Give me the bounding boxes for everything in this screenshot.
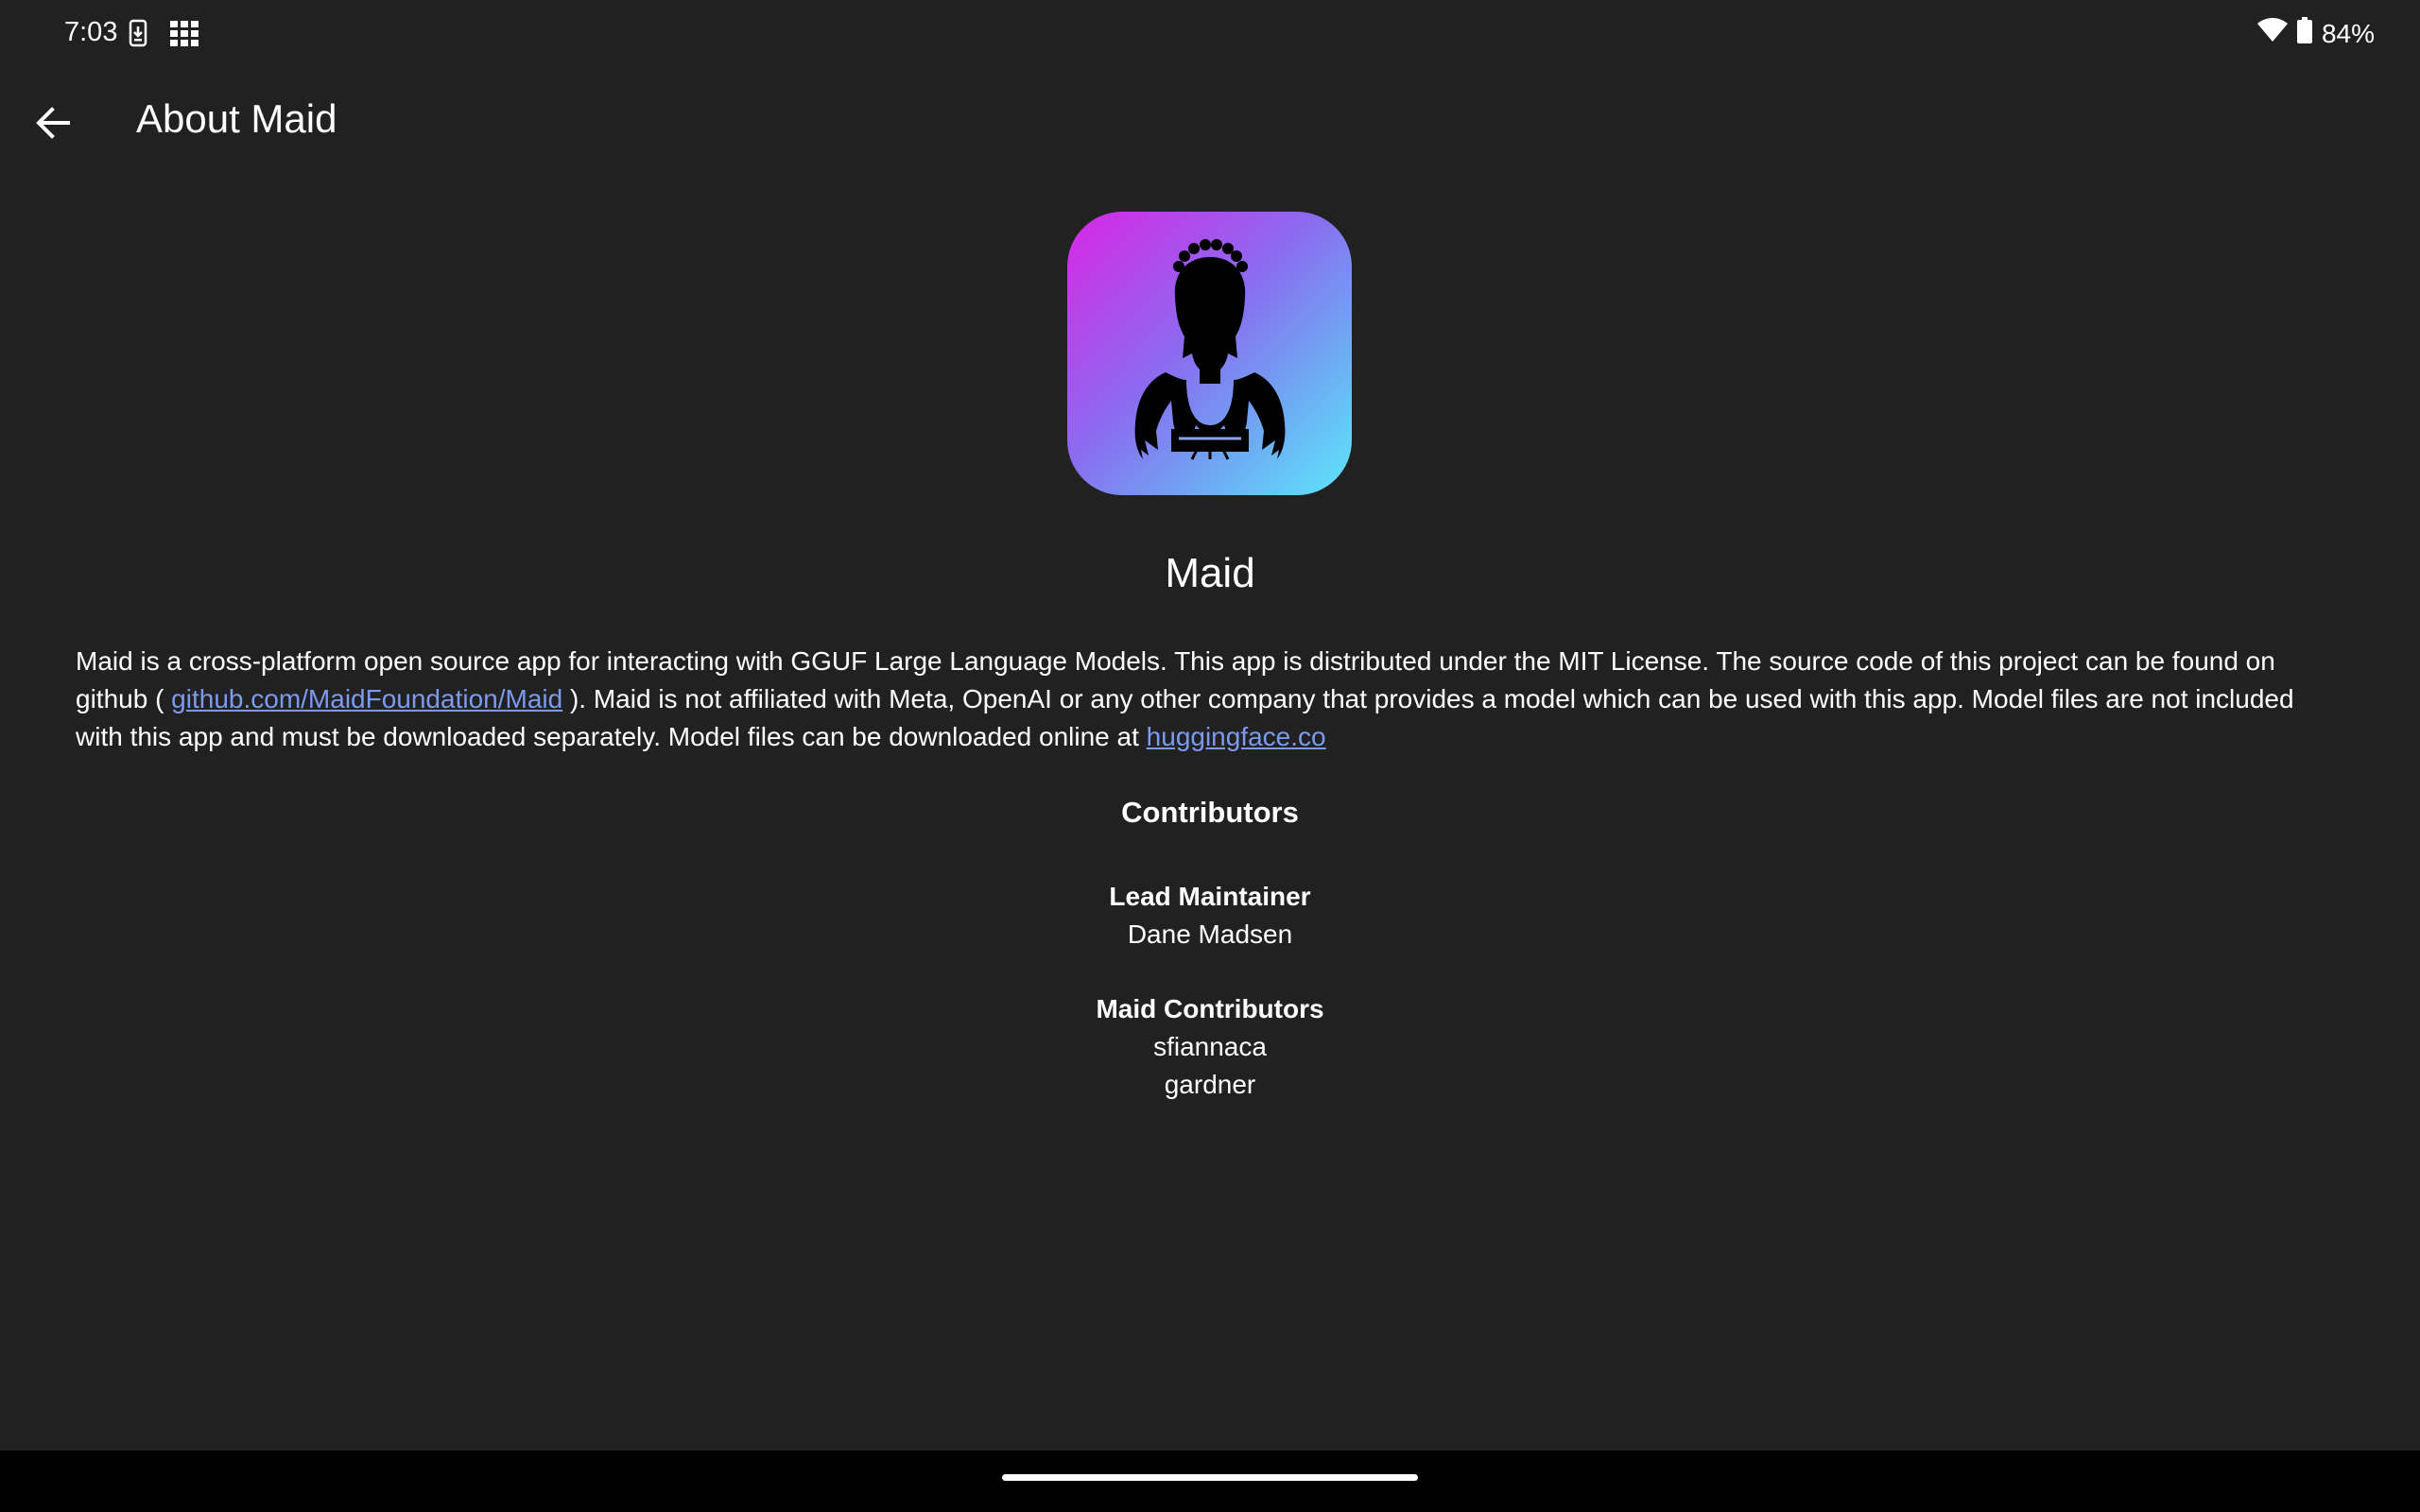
maid-contributors-title: Maid Contributors bbox=[1096, 994, 1324, 1023]
battery-level: 84% bbox=[2321, 18, 2375, 48]
contributor-name: sfiannaca bbox=[1153, 1032, 1267, 1061]
lead-maintainer-name: Dane Madsen bbox=[1127, 919, 1293, 949]
home-gesture-handle[interactable] bbox=[1002, 1474, 1418, 1481]
navigation-bar bbox=[0, 1451, 2420, 1512]
maid-contributors-section: Maid Contributors sfiannaca gardner bbox=[0, 990, 2420, 1104]
about-content[interactable]: Maid Maid is a cross-platform open sourc… bbox=[0, 172, 2420, 1451]
lead-maintainer-section: Lead Maintainer Dane Madsen bbox=[0, 878, 2420, 954]
page-title: About Maid bbox=[136, 96, 337, 141]
wifi-icon bbox=[2256, 18, 2288, 49]
app-grid-icon bbox=[170, 21, 199, 52]
arrow-back-icon bbox=[36, 107, 70, 139]
about-screen: 7:03 84% About Maid Maid Maid is a cross… bbox=[0, 0, 2420, 1512]
app-name: Maid bbox=[1165, 550, 1255, 596]
contributors-heading: Contributors bbox=[1121, 796, 1299, 829]
contributor-name: gardner bbox=[1164, 1070, 1256, 1099]
status-bar: 7:03 84% bbox=[0, 0, 2420, 68]
app-bar: About Maid bbox=[0, 68, 2420, 172]
lead-maintainer-title: Lead Maintainer bbox=[1109, 882, 1311, 911]
status-right: 84% bbox=[2256, 17, 2375, 50]
back-button[interactable] bbox=[19, 89, 87, 157]
status-time: 7:03 bbox=[64, 17, 118, 47]
maid-logo bbox=[1067, 212, 1352, 495]
app-description: Maid is a cross-platform open source app… bbox=[76, 643, 2335, 756]
screenshot-icon bbox=[129, 19, 147, 52]
github-link[interactable]: github.com/MaidFoundation/Maid bbox=[171, 684, 562, 713]
huggingface-link[interactable]: huggingface.co bbox=[1147, 722, 1326, 751]
battery-icon bbox=[2296, 17, 2312, 50]
